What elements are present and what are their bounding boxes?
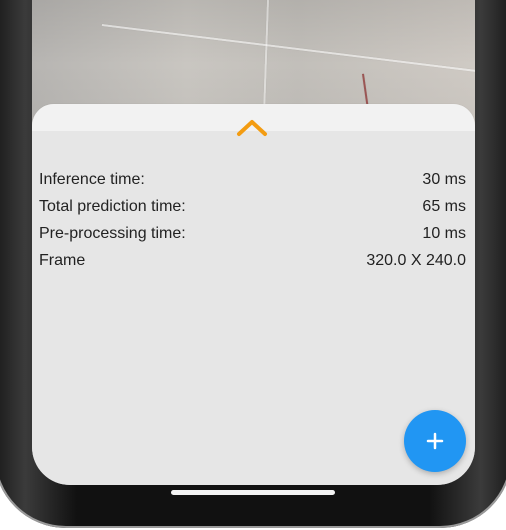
stats-label: Pre-processing time:: [39, 224, 186, 242]
stats-row-frame: Frame 320.0 X 240.0: [39, 247, 466, 274]
stats-value: 10 ms: [422, 224, 466, 242]
stats-label: Total prediction time:: [39, 197, 186, 215]
stats-label: Inference time:: [39, 170, 145, 188]
stats-value: 65 ms: [422, 197, 466, 215]
stats-row-pre-processing-time: Pre-processing time: 10 ms: [39, 220, 466, 247]
stats-label: Frame: [39, 251, 86, 269]
stats-value: 30 ms: [422, 170, 466, 188]
stats-row-total-prediction-time: Total prediction time: 65 ms: [39, 193, 466, 220]
stats-value: 320.0 X 240.0: [366, 251, 466, 269]
camera-detail-line: [101, 24, 475, 78]
add-button[interactable]: [404, 410, 466, 472]
chevron-up-icon[interactable]: [235, 118, 269, 138]
phone-screen: Inference time: 30 ms Total prediction t…: [32, 0, 475, 485]
screenshot-stage: Inference time: 30 ms Total prediction t…: [0, 0, 506, 530]
performance-stats: Inference time: 30 ms Total prediction t…: [39, 166, 466, 274]
plus-icon: [426, 432, 444, 450]
home-indicator[interactable]: [171, 490, 335, 495]
stats-row-inference-time: Inference time: 30 ms: [39, 166, 466, 193]
